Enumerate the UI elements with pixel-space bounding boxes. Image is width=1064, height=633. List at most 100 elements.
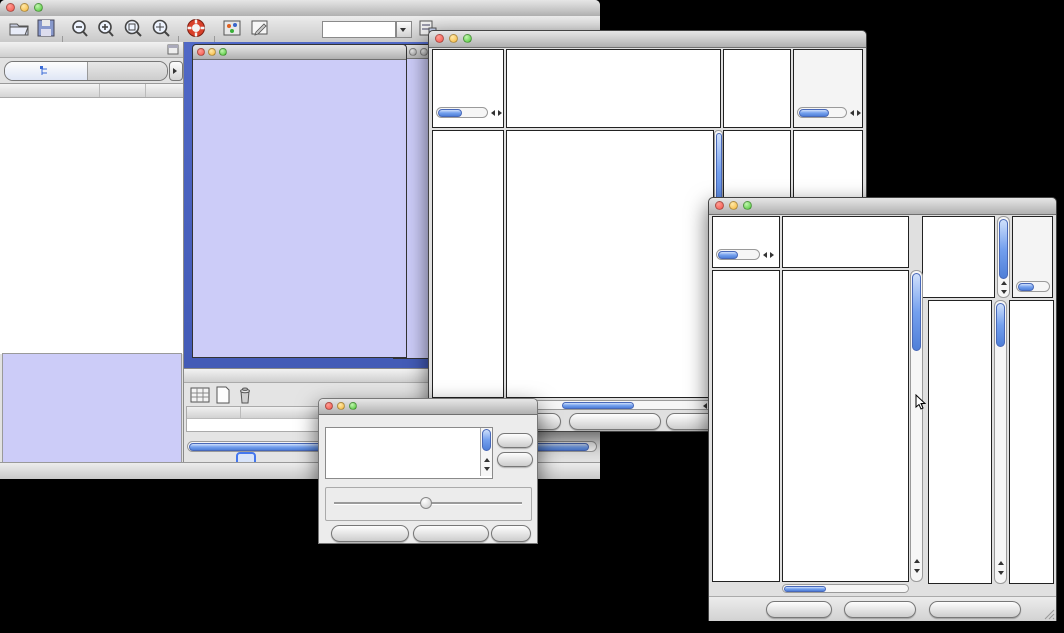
animation-speed-slider[interactable] bbox=[334, 497, 522, 509]
zoom-in-icon[interactable] bbox=[96, 19, 116, 38]
attribute-list-vscrollbar[interactable] bbox=[480, 428, 492, 476]
network-overview-canvas[interactable] bbox=[3, 354, 179, 461]
tv2-save-data-button[interactable] bbox=[844, 601, 916, 618]
col-header-edges[interactable] bbox=[146, 84, 183, 97]
vizmap-snapshot-icon[interactable] bbox=[222, 19, 242, 37]
create-vizmap-button[interactable] bbox=[413, 525, 489, 542]
hscroll-thumb[interactable] bbox=[718, 251, 738, 259]
data-col-id[interactable] bbox=[187, 407, 241, 418]
delete-attribute-icon[interactable] bbox=[236, 385, 254, 404]
close-button[interactable] bbox=[435, 34, 444, 43]
new-attribute-icon[interactable] bbox=[214, 386, 232, 404]
tv1-heatmap[interactable] bbox=[506, 130, 714, 398]
minimize-button[interactable] bbox=[208, 48, 216, 56]
scroll-left-icon[interactable] bbox=[703, 403, 707, 409]
search-input[interactable] bbox=[322, 21, 396, 38]
tv2-settings-button[interactable] bbox=[766, 601, 832, 618]
tv2-export-graphics-button[interactable] bbox=[929, 601, 1021, 618]
scroll-down-icon[interactable] bbox=[484, 467, 490, 471]
vscroll-thumb[interactable] bbox=[999, 219, 1008, 279]
network-overview-panel[interactable] bbox=[2, 353, 182, 464]
minimize-button[interactable] bbox=[449, 34, 458, 43]
col-header-network[interactable] bbox=[0, 84, 100, 97]
close-button[interactable] bbox=[325, 402, 333, 410]
tv1-column-labels[interactable] bbox=[723, 49, 791, 128]
vscroll-thumb[interactable] bbox=[482, 429, 491, 451]
tv2-heatmap[interactable] bbox=[782, 270, 909, 582]
search-dropdown-button[interactable] bbox=[396, 21, 412, 38]
attribute-down-button[interactable] bbox=[497, 452, 533, 467]
zoom-fit-icon[interactable] bbox=[150, 19, 172, 38]
tv1-hints-scrollbar[interactable] bbox=[797, 107, 847, 118]
network-view-1-canvas[interactable] bbox=[193, 46, 404, 342]
scroll-right-icon[interactable] bbox=[498, 110, 502, 116]
network-window-title-bar[interactable] bbox=[193, 45, 406, 60]
tv2-status-scrollbar[interactable] bbox=[716, 249, 760, 260]
scroll-right-icon[interactable] bbox=[857, 110, 861, 116]
main-title-bar[interactable] bbox=[0, 0, 600, 17]
tv1-row-dendrogram[interactable] bbox=[432, 130, 504, 398]
tab-network[interactable] bbox=[5, 62, 88, 80]
open-file-icon[interactable] bbox=[8, 19, 30, 37]
tv2-gene-labels[interactable] bbox=[1009, 300, 1054, 584]
zoom-button[interactable] bbox=[743, 201, 752, 210]
window-controls[interactable] bbox=[6, 3, 43, 12]
minimize-button[interactable] bbox=[409, 48, 417, 56]
resize-grip-icon[interactable] bbox=[1043, 608, 1055, 620]
hscroll-thumb[interactable] bbox=[562, 402, 634, 409]
zoom-selected-icon[interactable] bbox=[122, 19, 144, 38]
vscroll-thumb[interactable] bbox=[912, 273, 921, 351]
close-button[interactable] bbox=[197, 48, 205, 56]
scroll-left-icon[interactable] bbox=[491, 110, 495, 116]
tv2-hints-scrollbar[interactable] bbox=[1016, 281, 1050, 292]
close-button[interactable] bbox=[715, 201, 724, 210]
zoom-button[interactable] bbox=[349, 402, 357, 410]
vscroll-thumb[interactable] bbox=[996, 303, 1005, 347]
attribute-table-icon[interactable] bbox=[190, 386, 210, 404]
done-button[interactable] bbox=[491, 525, 531, 542]
treeview2-title-bar[interactable] bbox=[709, 198, 1056, 215]
animate-vizmap-button[interactable] bbox=[331, 525, 409, 542]
hscroll-thumb[interactable] bbox=[784, 586, 826, 592]
scroll-up-icon[interactable] bbox=[1001, 281, 1007, 285]
scroll-left-icon[interactable] bbox=[850, 110, 854, 116]
annotation-icon[interactable] bbox=[250, 19, 270, 37]
col-header-nodes[interactable] bbox=[100, 84, 146, 97]
treeview1-title-bar[interactable] bbox=[429, 31, 866, 48]
tv2-detail-heatmap[interactable] bbox=[928, 300, 992, 584]
zoom-button[interactable] bbox=[463, 34, 472, 43]
save-icon[interactable] bbox=[36, 19, 56, 37]
help-icon[interactable] bbox=[186, 18, 206, 38]
tv2-column-dendrogram[interactable] bbox=[782, 216, 909, 268]
tv1-export-graphics-button[interactable] bbox=[569, 413, 661, 430]
tv1-column-dendrogram[interactable] bbox=[506, 49, 721, 128]
tv2-labels-vscrollbar[interactable] bbox=[997, 216, 1010, 298]
scroll-down-icon[interactable] bbox=[998, 571, 1004, 575]
scroll-up-icon[interactable] bbox=[484, 458, 490, 462]
scroll-down-icon[interactable] bbox=[914, 569, 920, 573]
scroll-down-icon[interactable] bbox=[1001, 290, 1007, 294]
scroll-left-icon[interactable] bbox=[763, 252, 767, 258]
dialog-title-bar[interactable] bbox=[319, 399, 537, 415]
minimize-button[interactable] bbox=[20, 3, 29, 12]
tv1-status-scrollbar[interactable] bbox=[436, 107, 488, 118]
scroll-right-icon[interactable] bbox=[770, 252, 774, 258]
zoom-button[interactable] bbox=[420, 48, 428, 56]
minimize-button[interactable] bbox=[729, 201, 738, 210]
hscroll-thumb[interactable] bbox=[799, 109, 829, 117]
zoom-out-icon[interactable] bbox=[70, 19, 90, 38]
tv2-column-labels[interactable] bbox=[922, 216, 995, 298]
scroll-up-icon[interactable] bbox=[914, 559, 920, 563]
hscroll-thumb[interactable] bbox=[438, 109, 462, 117]
tv2-heatmap-hscrollbar[interactable] bbox=[782, 584, 909, 593]
hscroll-thumb[interactable] bbox=[1018, 283, 1034, 291]
network-window-1[interactable] bbox=[192, 44, 407, 358]
attribute-list[interactable] bbox=[325, 427, 493, 479]
float-panel-icon[interactable] bbox=[167, 44, 179, 55]
attribute-up-button[interactable] bbox=[497, 433, 533, 448]
tv1-heatmap-hscrollbar[interactable] bbox=[506, 400, 721, 410]
slider-thumb[interactable] bbox=[420, 497, 432, 509]
tv1-summary-matrix[interactable] bbox=[728, 133, 785, 181]
close-button[interactable] bbox=[6, 3, 15, 12]
tab-overflow-button[interactable] bbox=[169, 61, 183, 81]
